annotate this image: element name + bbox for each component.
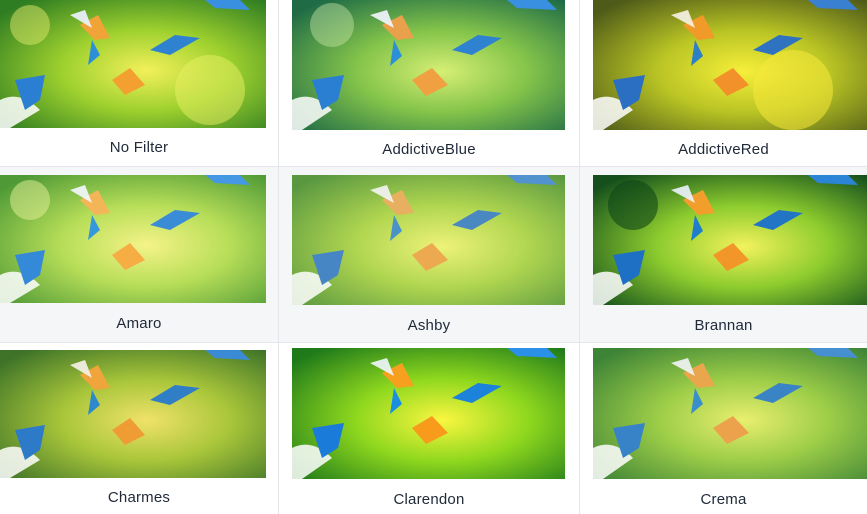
filter-card-crema[interactable]: Crema: [580, 343, 867, 514]
filter-card-charmes[interactable]: Charmes: [0, 343, 278, 514]
divider: [0, 342, 867, 343]
filter-label: Crema: [700, 491, 747, 508]
filter-label: Brannan: [694, 317, 753, 334]
filter-card-brannan[interactable]: Brannan: [580, 167, 867, 342]
filter-preview-image: [593, 175, 867, 305]
filter-preview-image: [593, 348, 867, 479]
filter-label: AddictiveRed: [678, 141, 769, 158]
filter-label: Clarendon: [393, 491, 465, 508]
filter-preview-image: [0, 0, 266, 128]
filter-preview-image: [593, 0, 867, 130]
filter-preview-image: [292, 348, 565, 479]
divider: [278, 0, 279, 514]
filter-card-addictive-blue[interactable]: AddictiveBlue: [279, 0, 579, 166]
filter-preview-image: [0, 175, 266, 303]
filter-label: No Filter: [109, 139, 169, 156]
filter-label: Amaro: [116, 315, 162, 332]
filter-label: Charmes: [107, 489, 171, 506]
filter-card-clarendon[interactable]: Clarendon: [279, 343, 579, 514]
filter-grid: No Filter AddictiveBlue AddictiveRed Ama…: [0, 0, 867, 514]
filter-preview-image: [292, 0, 565, 130]
filter-card-no-filter[interactable]: No Filter: [0, 0, 278, 166]
filter-label: Ashby: [407, 317, 451, 334]
filter-card-ashby[interactable]: Ashby: [279, 167, 579, 342]
filter-card-amaro[interactable]: Amaro: [0, 167, 278, 342]
filter-preview-image: [292, 175, 565, 305]
divider: [0, 166, 867, 167]
filter-preview-image: [0, 350, 266, 478]
filter-card-addictive-red[interactable]: AddictiveRed: [580, 0, 867, 166]
divider: [579, 0, 580, 514]
filter-label: AddictiveBlue: [382, 141, 476, 158]
